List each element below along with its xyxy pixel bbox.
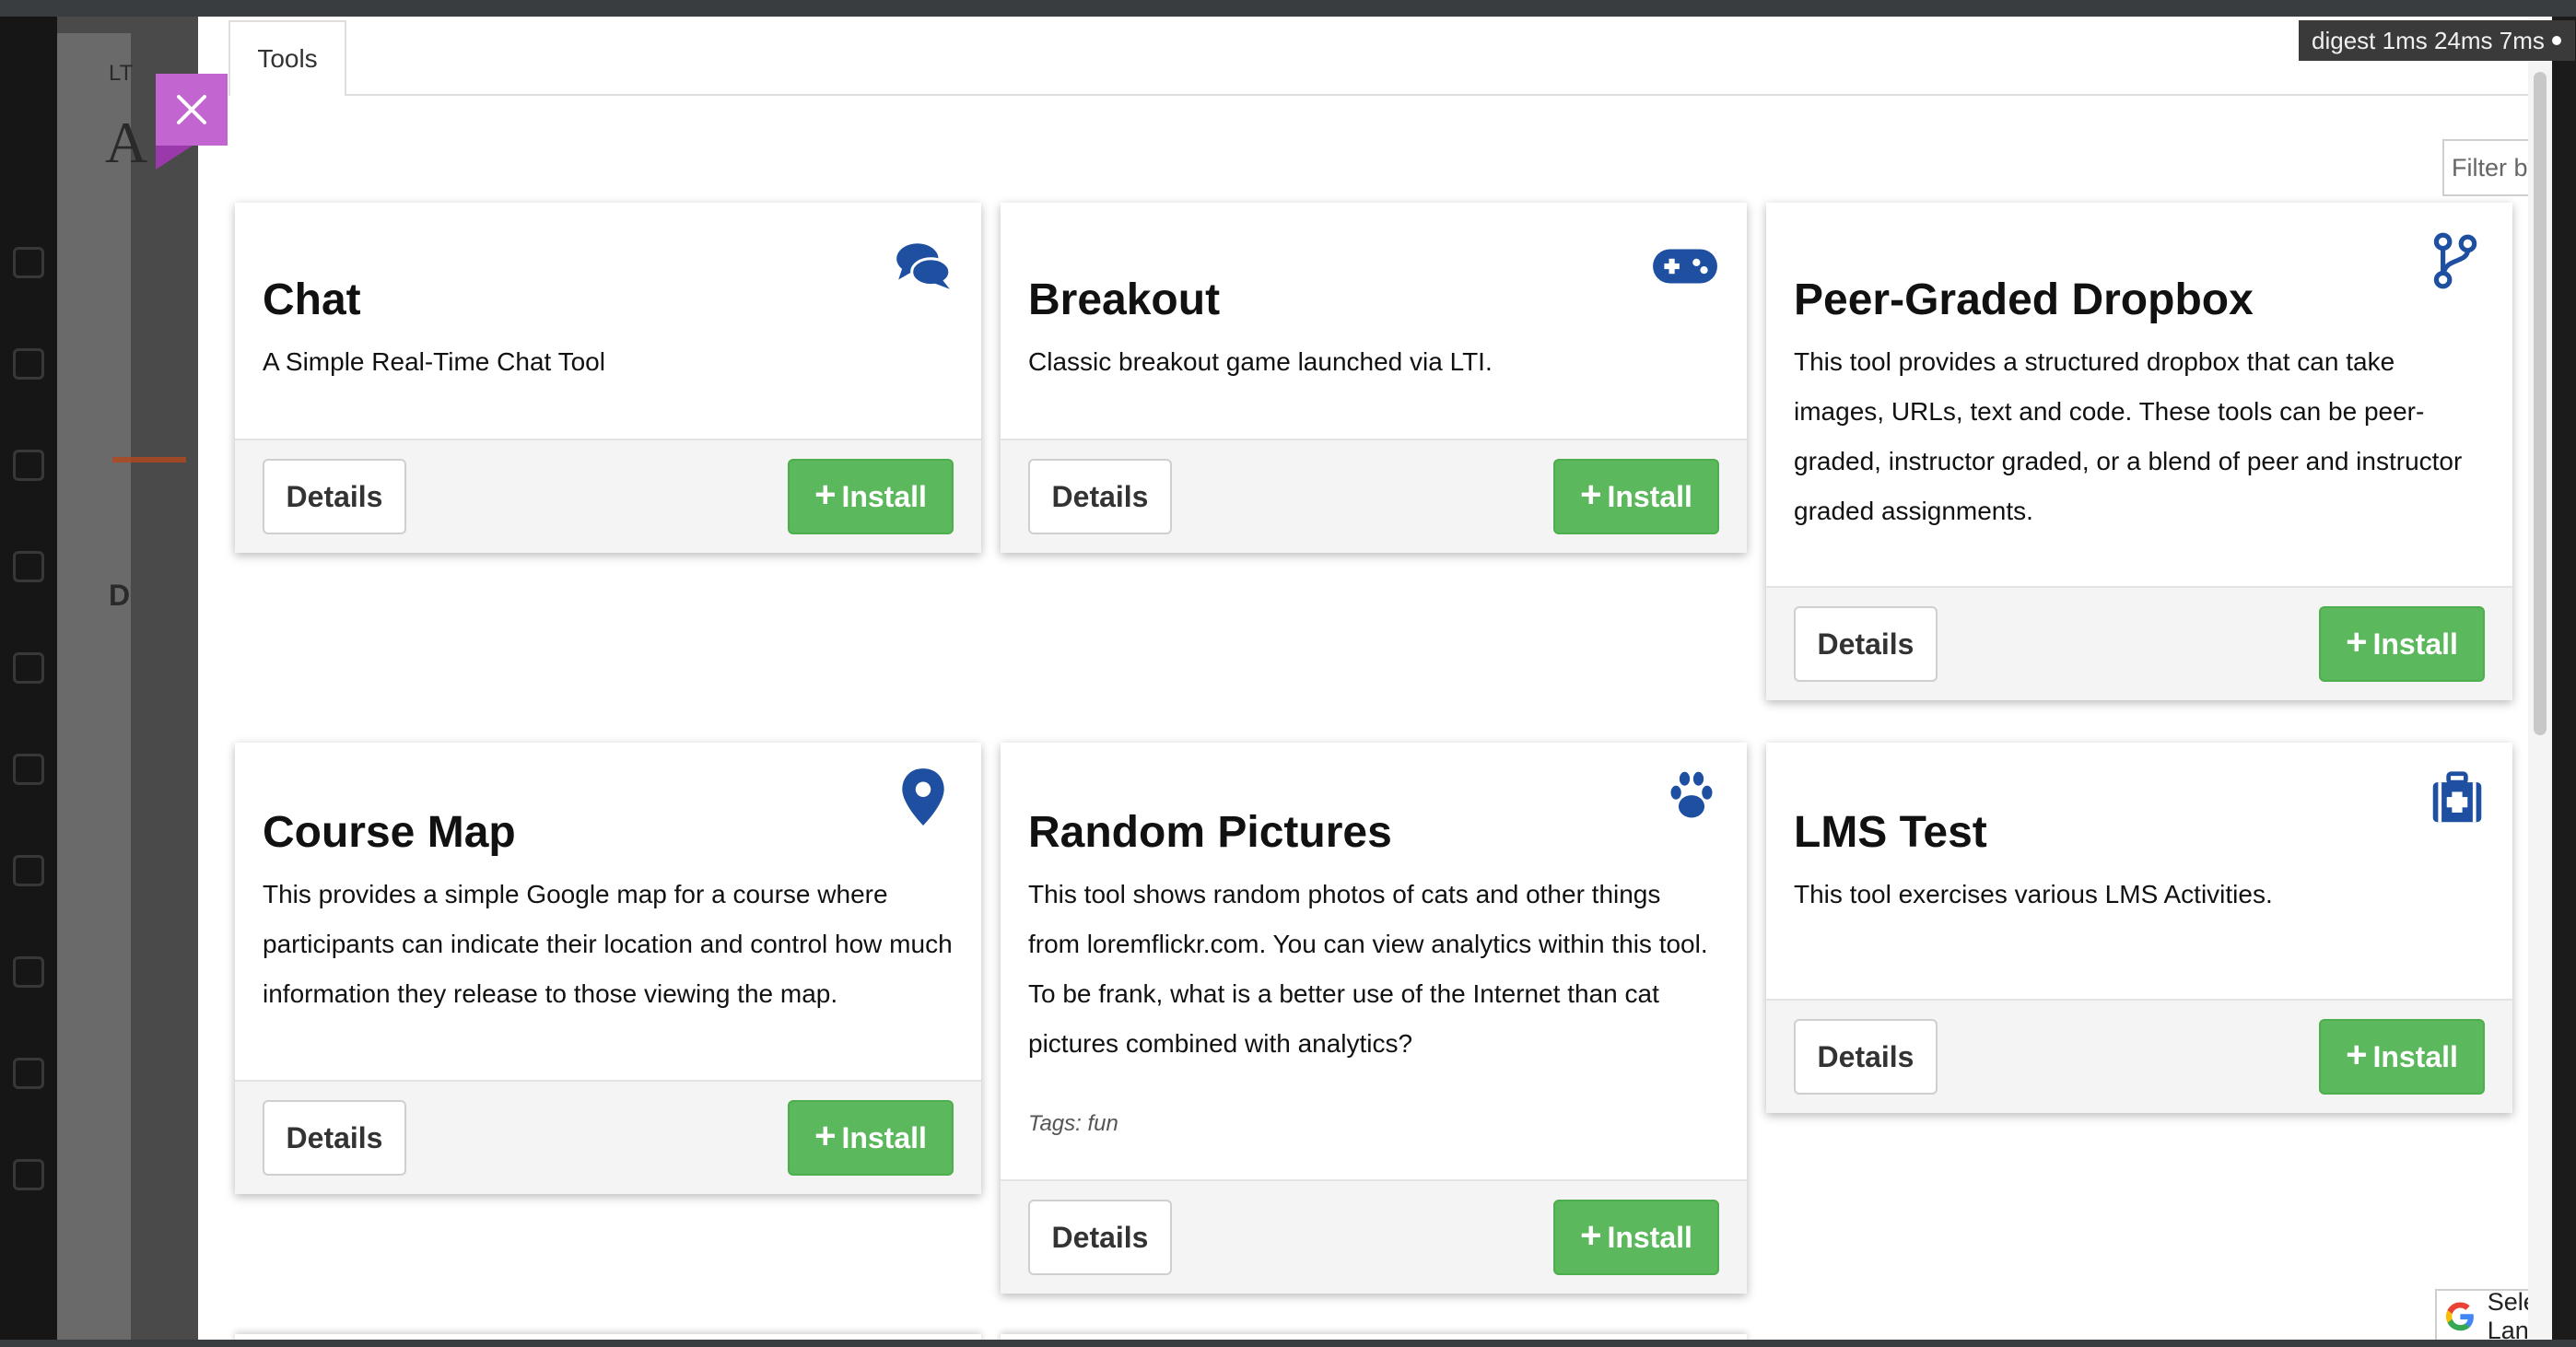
tool-card-footer: Details + Install xyxy=(235,439,981,553)
tool-tags: Tags: fun xyxy=(1028,1111,1118,1136)
modal-scrollbar[interactable] xyxy=(2528,17,2552,1340)
background-app-strip xyxy=(57,33,131,1340)
install-label: Install xyxy=(2372,1039,2458,1073)
install-button[interactable]: + Install xyxy=(1553,1200,1719,1275)
tool-title: Course Map xyxy=(263,808,516,857)
tab-tools[interactable]: Tools xyxy=(228,20,346,96)
tool-title: LMS Test xyxy=(1794,808,1987,857)
plus-icon: + xyxy=(814,474,837,515)
tool-card-random-pictures: Random Pictures This tool shows random p… xyxy=(1001,743,1747,1294)
background-globe-icon xyxy=(13,348,44,380)
plus-icon: + xyxy=(2346,1035,2368,1075)
tool-description: A Simple Real-Time Chat Tool xyxy=(263,347,605,376)
tool-card-chat: Chat A Simple Real-Time Chat Tool Detail… xyxy=(235,203,981,553)
close-icon xyxy=(177,95,206,124)
install-button[interactable]: + Install xyxy=(788,459,954,534)
tools-modal: Tools Chat A Simple Real-Time Chat Tool … xyxy=(198,17,2552,1340)
background-app-panel: LT A D xyxy=(57,17,205,1340)
install-label: Install xyxy=(2372,627,2458,661)
tool-card-footer: Details + Install xyxy=(1001,439,1747,553)
tool-title: Chat xyxy=(263,275,361,324)
background-calendar-icon xyxy=(13,652,44,684)
tool-description: Classic breakout game launched via LTI. xyxy=(1028,347,1493,376)
browser-top-strip xyxy=(0,0,2576,17)
background-partial-section: D xyxy=(109,579,131,612)
tab-strip-border xyxy=(228,94,2532,96)
plus-icon: + xyxy=(1580,1215,1602,1256)
background-book-icon xyxy=(13,450,44,481)
medkit-icon xyxy=(2432,771,2482,823)
digest-text: digest 1ms 24ms 7ms xyxy=(2312,26,2545,54)
details-button[interactable]: Details xyxy=(263,1100,406,1176)
install-button[interactable]: + Install xyxy=(788,1100,954,1176)
digest-timing-badge: digest 1ms 24ms 7ms xyxy=(2299,20,2575,61)
tool-description: This tool exercises various LMS Activiti… xyxy=(1794,880,2273,908)
details-button[interactable]: Details xyxy=(1028,459,1172,534)
background-nav-rail xyxy=(0,17,57,1340)
map-marker-icon xyxy=(902,768,944,826)
tool-description: This tool provides a structured dropbox … xyxy=(1794,347,2463,525)
details-button[interactable]: Details xyxy=(1794,1019,1938,1095)
plus-icon: + xyxy=(814,1116,837,1156)
install-button[interactable]: + Install xyxy=(2319,606,2485,682)
close-button-ribbon xyxy=(156,146,193,170)
install-button[interactable]: + Install xyxy=(2319,1019,2485,1095)
modal-scrollbar-thumb[interactable] xyxy=(2534,72,2547,735)
plus-icon: + xyxy=(2346,622,2368,662)
background-doc-icon xyxy=(13,855,44,886)
close-modal-button[interactable] xyxy=(156,74,228,146)
google-icon xyxy=(2445,1302,2474,1331)
details-button[interactable]: Details xyxy=(1794,606,1938,682)
install-label: Install xyxy=(1607,479,1692,513)
tool-card-footer: Details + Install xyxy=(1001,1179,1747,1294)
dot-icon xyxy=(2551,36,2561,45)
details-button[interactable]: Details xyxy=(1028,1200,1172,1275)
background-grid-icon xyxy=(13,1058,44,1089)
tool-title: Peer-Graded Dropbox xyxy=(1794,275,2254,324)
tool-card-footer: Details + Install xyxy=(235,1080,981,1194)
gamepad-icon xyxy=(1653,249,1717,284)
background-partial-label: LT xyxy=(109,61,134,86)
install-label: Install xyxy=(841,479,927,513)
plus-icon: + xyxy=(1580,474,1602,515)
branch-icon xyxy=(2433,232,2477,289)
background-mail-icon xyxy=(13,754,44,785)
tool-description: This provides a simple Google map for a … xyxy=(263,880,953,1008)
tool-card-peer-graded-dropbox: Peer-Graded Dropbox This tool provides a… xyxy=(1766,203,2512,700)
details-button[interactable]: Details xyxy=(263,459,406,534)
background-user-icon xyxy=(13,247,44,278)
tool-card-breakout: Breakout Classic breakout game launched … xyxy=(1001,203,1747,553)
tool-card-footer: Details + Install xyxy=(1766,586,2512,700)
background-tools-icon xyxy=(13,956,44,988)
tool-card-course-map: Course Map This provides a simple Google… xyxy=(235,743,981,1194)
tool-description: This tool shows random photos of cats an… xyxy=(1028,880,1708,1058)
background-clock-icon xyxy=(13,1159,44,1190)
tool-title: Breakout xyxy=(1028,275,1221,324)
background-people-icon xyxy=(13,551,44,582)
install-button[interactable]: + Install xyxy=(1553,459,1719,534)
browser-bottom-strip xyxy=(0,1340,2576,1347)
tool-card-lms-test: LMS Test This tool exercises various LMS… xyxy=(1766,743,2512,1113)
install-label: Install xyxy=(1607,1220,1692,1254)
paw-icon xyxy=(1670,771,1713,818)
chat-icon xyxy=(896,243,952,289)
install-label: Install xyxy=(841,1120,927,1154)
tool-card-footer: Details + Install xyxy=(1766,999,2512,1113)
background-progress-line xyxy=(112,457,186,463)
tool-title: Random Pictures xyxy=(1028,808,1392,857)
background-partial-heading: A xyxy=(105,110,148,175)
